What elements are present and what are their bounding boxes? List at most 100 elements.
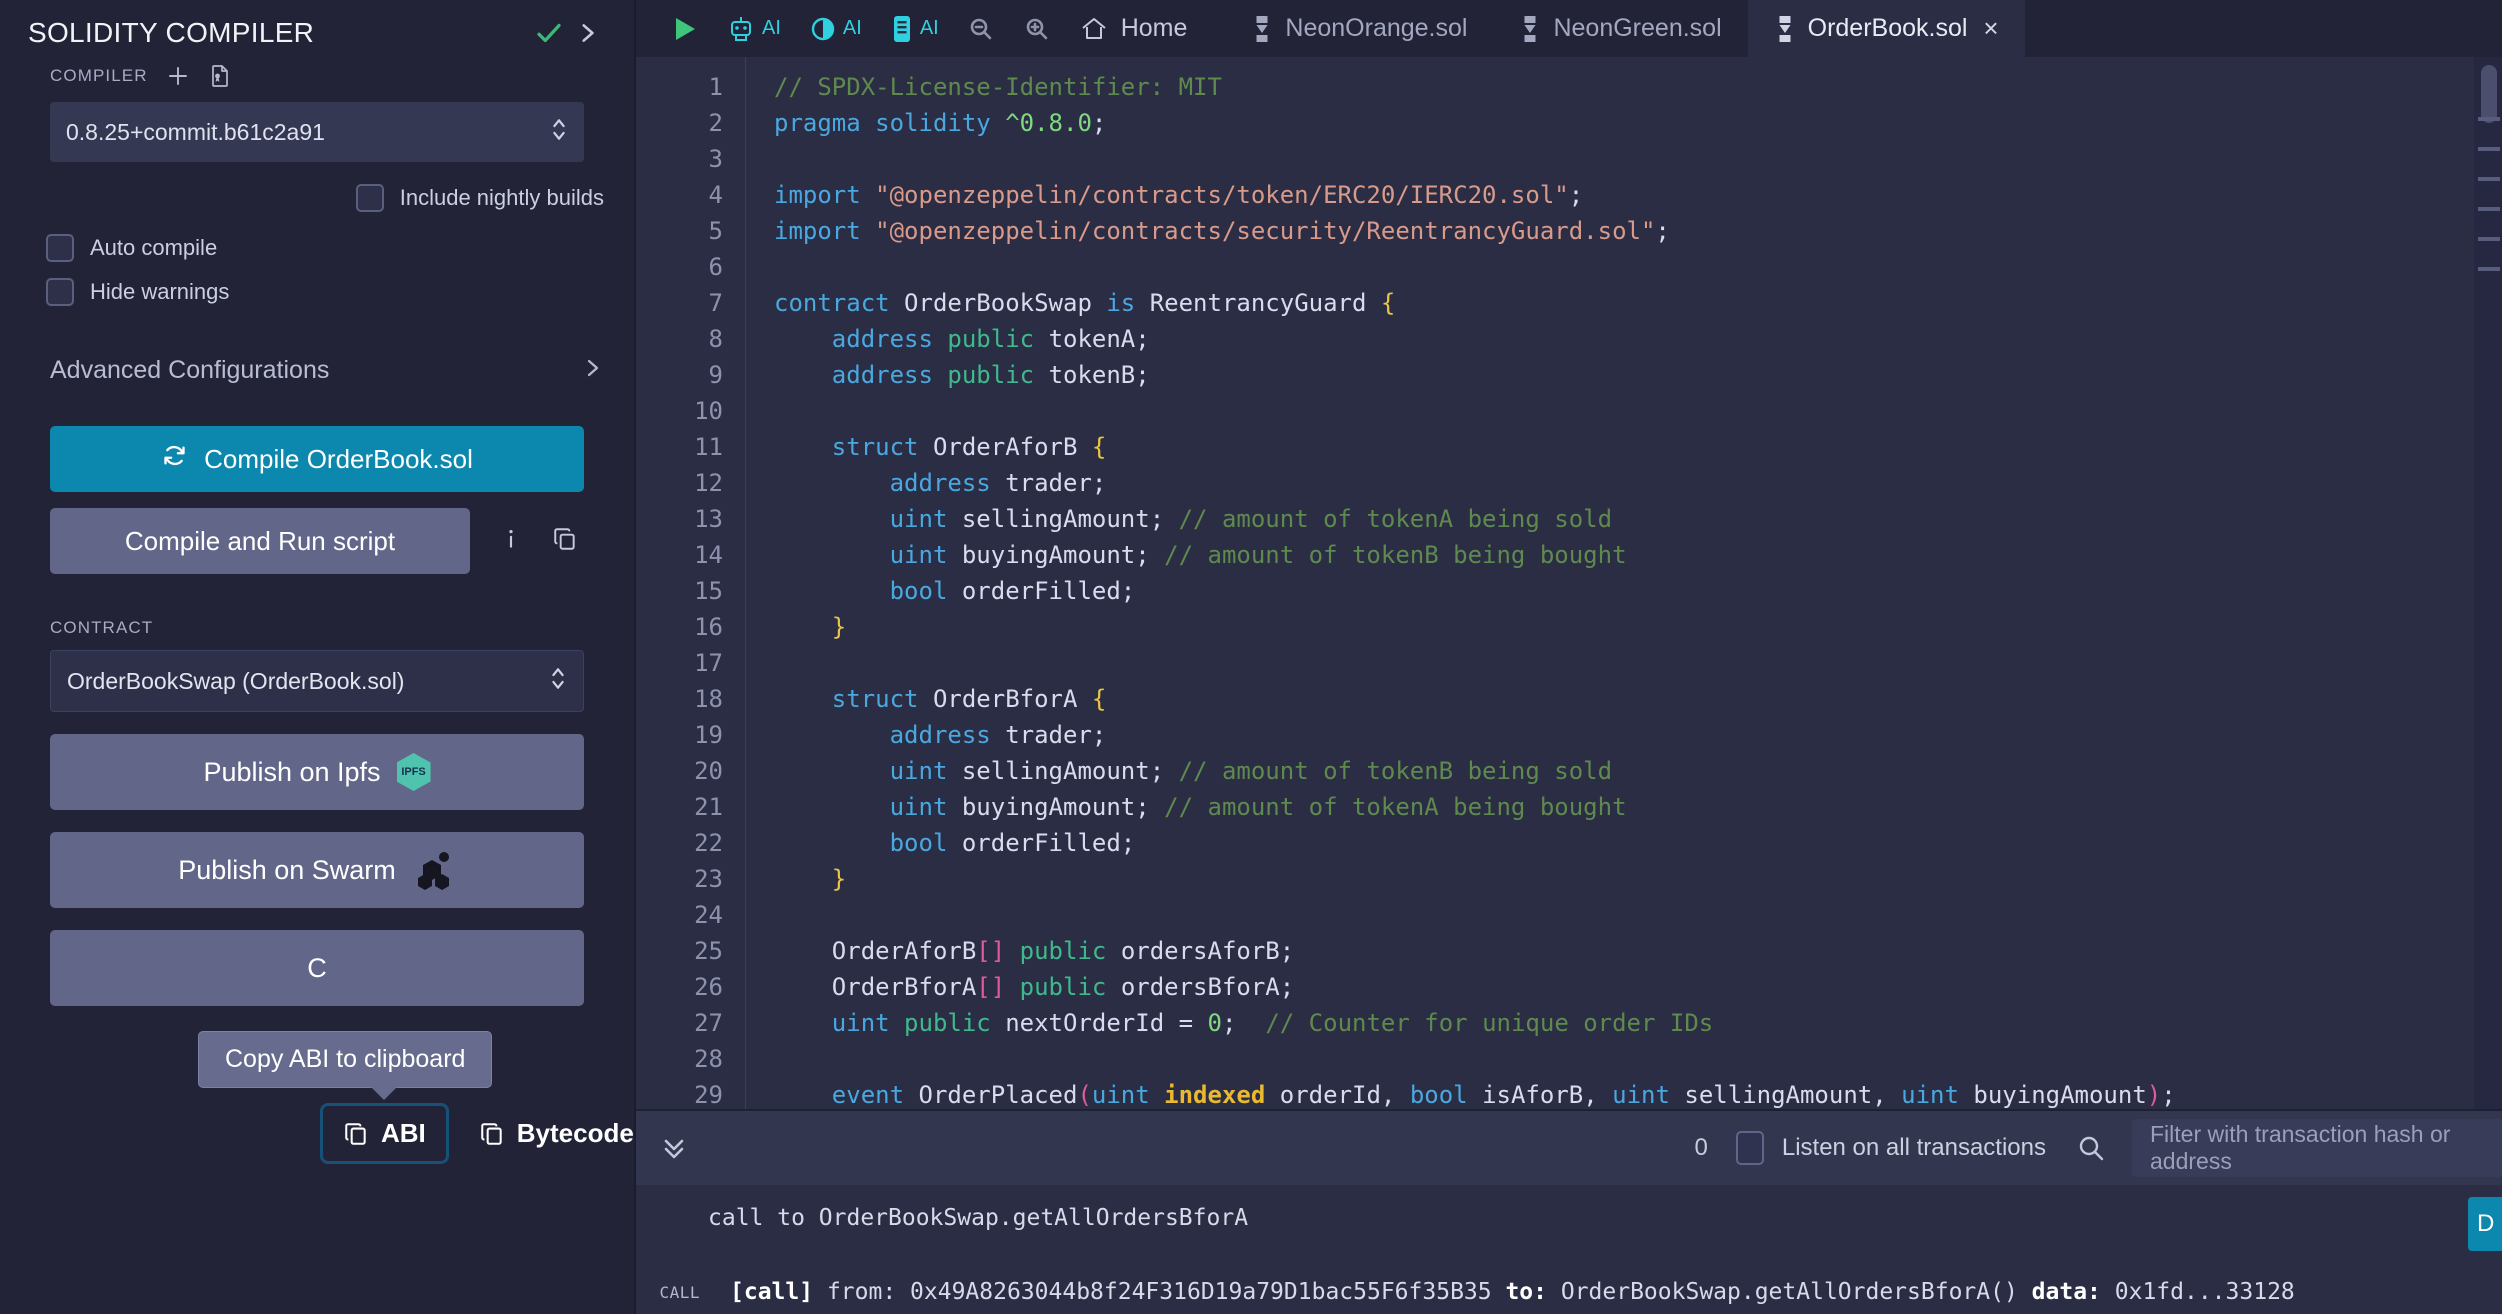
- code-line: import "@openzeppelin/contracts/security…: [774, 217, 1670, 245]
- code-line: contract OrderBookSwap is ReentrancyGuar…: [774, 289, 1396, 317]
- nightly-builds-checkbox[interactable]: [355, 184, 384, 212]
- ipfs-icon: IPFS: [396, 753, 431, 791]
- code-line: struct OrderBforA {: [831, 685, 1107, 713]
- main-area: AI AI AI Home NeonOrange.sol NeonGreen.s…: [634, 0, 2502, 1314]
- code-content[interactable]: // SPDX-License-Identifier: MIT pragma so…: [746, 57, 2502, 1109]
- compiler-section-label: COMPILER: [50, 66, 148, 85]
- minimap-marks: [2478, 117, 2500, 297]
- line-number: 29: [694, 1081, 723, 1109]
- advanced-configurations-toggle[interactable]: Advanced Configurations: [0, 348, 634, 392]
- toolbar-icons: AI AI AI Home: [636, 0, 1201, 57]
- chevron-double-down-icon[interactable]: [656, 1130, 692, 1166]
- terminal-call-row[interactable]: CALL [call] from: 0x49A8263044b8f24F316D…: [636, 1279, 2502, 1305]
- line-number: 26: [694, 973, 723, 1001]
- home-button[interactable]: Home: [1065, 0, 1202, 57]
- editor-toolbar: AI AI AI Home NeonOrange.sol NeonGreen.s…: [636, 0, 2502, 57]
- scrollbar-thumb[interactable]: [2481, 65, 2497, 123]
- transaction-count: 0: [1694, 1134, 1708, 1161]
- compile-button[interactable]: Compile OrderBook.sol: [50, 426, 584, 492]
- copy-abi-button[interactable]: C: [50, 930, 584, 1006]
- updown-arrows-icon: [548, 115, 570, 150]
- transaction-filter-placeholder: Filter with transaction hash or address: [2150, 1121, 2451, 1174]
- close-icon[interactable]: ×: [1983, 13, 1998, 44]
- code-line: pragma solidity ^0.8.0;: [774, 109, 1107, 137]
- code-line: import "@openzeppelin/contracts/token/ER…: [774, 181, 1584, 209]
- run-script-icons: [498, 526, 578, 557]
- chevron-right-icon[interactable]: [568, 14, 606, 52]
- tab-neonorange[interactable]: NeonOrange.sol: [1225, 0, 1493, 57]
- copy-icon[interactable]: [552, 526, 578, 557]
- code-line: address public tokenB;: [831, 361, 1150, 389]
- bytecode-button-label: Bytecode: [516, 1118, 634, 1148]
- line-number: 12: [694, 469, 723, 497]
- play-icon[interactable]: [658, 0, 712, 57]
- line-number: 3: [708, 145, 723, 173]
- line-number: 8: [708, 325, 723, 353]
- abi-bytecode-row: ABI Bytecode: [320, 1103, 642, 1164]
- hide-warnings-row[interactable]: Hide warnings: [0, 278, 634, 306]
- ai-book-button[interactable]: AI: [876, 0, 953, 57]
- editor-scrollbar[interactable]: [2474, 57, 2502, 1109]
- compiler-version-select[interactable]: 0.8.25+commit.b61c2a91: [50, 102, 584, 162]
- auto-compile-checkbox[interactable]: [46, 234, 74, 262]
- ai-robot-button[interactable]: AI: [712, 0, 795, 57]
- copy-icon: [479, 1121, 505, 1147]
- code-line: uint public nextOrderId = 0; // Counter …: [831, 1009, 1714, 1037]
- tab-neongreen[interactable]: NeonGreen.sol: [1493, 0, 1747, 57]
- bytecode-button[interactable]: Bytecode: [471, 1106, 642, 1161]
- compiler-version-value: 0.8.25+commit.b61c2a91: [66, 118, 325, 145]
- code-line: // SPDX-License-Identifier: MIT: [774, 73, 1222, 101]
- code-line: address trader;: [889, 721, 1107, 749]
- zoom-in-icon[interactable]: [1009, 0, 1065, 57]
- code-editor[interactable]: 1 2 3 4 5 6 7 8 9 10 11 12 13 14 15 16 17 18 19 20 21 22 23 24 2…: [636, 57, 2502, 1109]
- line-number-gutter: 1 2 3 4 5 6 7 8 9 10 11 12 13 14 15 16 17 18 19 20 21 22 23 24 2…: [636, 57, 746, 1109]
- ai-label: AI: [919, 17, 939, 39]
- code-line: OrderBforA[] public ordersBforA;: [831, 973, 1295, 1001]
- abi-button[interactable]: ABI: [320, 1103, 449, 1164]
- editor-tabs: NeonOrange.sol NeonGreen.sol OrderBook.s…: [1225, 0, 2025, 57]
- auto-compile-row[interactable]: Auto compile: [0, 234, 634, 262]
- home-label: Home: [1120, 14, 1188, 42]
- code-line: address trader;: [889, 469, 1107, 497]
- compile-button-label: Compile OrderBook.sol: [204, 443, 473, 474]
- publish-on-swarm-button[interactable]: Publish on Swarm: [50, 832, 584, 908]
- tab-label: NeonOrange.sol: [1285, 14, 1468, 42]
- solidity-icon: [1774, 15, 1796, 43]
- contract-select[interactable]: OrderBookSwap (OrderBook.sol): [50, 650, 584, 712]
- transaction-filter-input[interactable]: Filter with transaction hash or address: [2132, 1119, 2502, 1177]
- nightly-builds-row[interactable]: Include nightly builds: [0, 184, 634, 212]
- line-number: 1: [708, 73, 723, 101]
- terminal-side-button[interactable]: D: [2468, 1197, 2502, 1251]
- line-number: 20: [694, 757, 723, 785]
- code-line: }: [831, 865, 847, 893]
- contract-section-label: CONTRACT: [50, 618, 154, 637]
- code-line: uint buyingAmount; // amount of tokenB b…: [889, 541, 1627, 569]
- run-script-row: Compile and Run script: [0, 492, 634, 574]
- copy-abi-label: C: [307, 952, 327, 983]
- line-number: 4: [708, 181, 723, 209]
- ai-contrast-button[interactable]: AI: [795, 0, 876, 57]
- code-line: uint sellingAmount; // amount of tokenB …: [889, 757, 1613, 785]
- search-icon[interactable]: [2076, 1133, 2106, 1163]
- swarm-icon: [412, 850, 456, 890]
- publish-on-ipfs-button[interactable]: Publish on Ipfs IPFS: [50, 734, 584, 810]
- zoom-out-icon[interactable]: [953, 0, 1009, 57]
- info-icon[interactable]: [498, 526, 524, 557]
- contract-select-value: OrderBookSwap (OrderBook.sol): [67, 667, 405, 694]
- ai-label: AI: [842, 17, 862, 39]
- line-number: 7: [708, 289, 723, 317]
- tab-orderbook[interactable]: OrderBook.sol ×: [1747, 0, 2025, 57]
- tooltip-text: Copy ABI to clipboard: [225, 1045, 466, 1073]
- listen-all-transactions-checkbox[interactable]: [1735, 1131, 1764, 1165]
- compile-and-run-script-button[interactable]: Compile and Run script: [50, 508, 470, 574]
- certificate-file-icon[interactable]: [208, 64, 232, 88]
- plus-icon[interactable]: [166, 64, 190, 88]
- hide-warnings-checkbox[interactable]: [46, 278, 74, 306]
- terminal-log-line: call to OrderBookSwap.getAllOrdersBforA: [708, 1205, 1249, 1231]
- check-icon[interactable]: [530, 14, 568, 52]
- line-number: 5: [708, 217, 723, 245]
- line-number: 14: [694, 541, 723, 569]
- code-line: bool orderFilled;: [889, 577, 1136, 605]
